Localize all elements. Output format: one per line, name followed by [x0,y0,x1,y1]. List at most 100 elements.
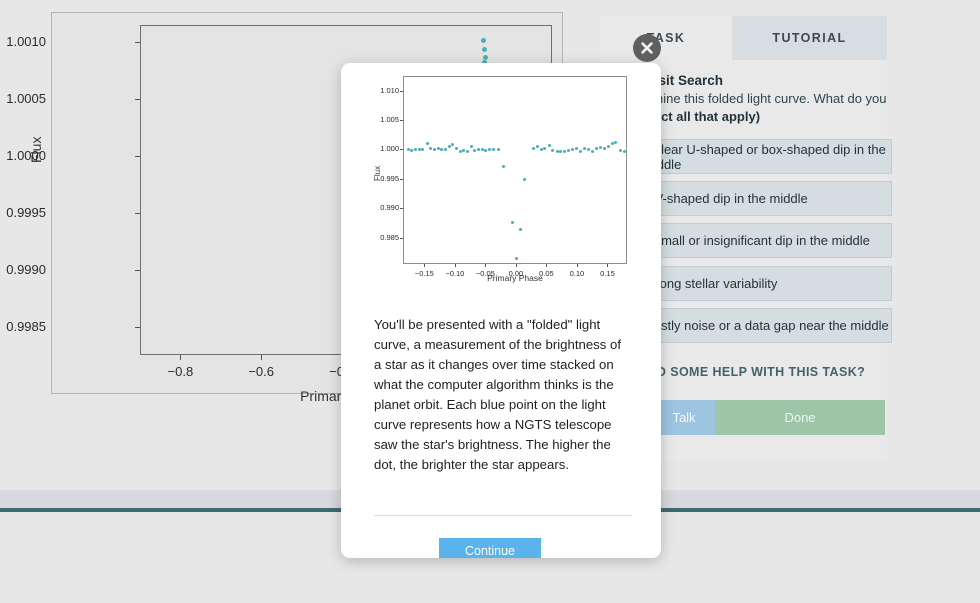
subject-x-tick-mark [261,355,263,360]
close-icon[interactable] [633,34,661,62]
tutorial-y-tick-label: 0.985 [380,232,399,242]
tutorial-y-tick-label: 0.990 [380,203,399,213]
tutorial-data-point [484,148,488,152]
task-title: Transit Search [630,73,724,88]
tutorial-data-point [599,146,603,149]
tutorial-data-point [570,147,574,151]
subject-x-tick-label: −0.6 [248,364,274,379]
tutorial-x-tick-mark [515,264,517,267]
tutorial-data-point [619,148,623,152]
tutorial-data-point [591,149,595,153]
answer-option-4-label: Mostly noise or a data gap near the midd… [643,318,889,333]
need-help-link[interactable]: NEED SOME HELP WITH THIS TASK? [630,365,892,379]
tutorial-y-tick-label: 1.010 [380,85,399,95]
tutorial-body-text: You'll be presented with a "folded" ligh… [374,317,622,472]
subject-x-tick-label: −0.8 [167,364,194,379]
tutorial-data-point [444,147,447,151]
tutorial-modal[interactable]: Flux 1.010 1.005 1.000 0.995 0.990 0.985 −0.1… [341,63,661,558]
tutorial-data-point [480,147,484,151]
tutorial-data-point [473,148,477,152]
tutorial-data-point [567,148,571,152]
tutorial-data-point [440,147,444,151]
tutorial-x-tick-mark [546,264,548,267]
tutorial-y-tick-label: 0.995 [380,173,399,183]
tutorial-data-point [421,148,425,152]
subject-y-tick-label: 1.0000 [6,147,46,163]
tutorial-x-tick-mark [485,264,487,267]
tutorial-x-tick-mark [454,264,456,267]
subject-y-tick-label: 0.9995 [6,204,46,220]
done-button[interactable]: Done [715,400,885,435]
tutorial-data-point [417,147,421,151]
answer-option-2-label: A small or insignificant dip in the midd… [643,233,870,248]
tutorial-chart: Flux 1.010 1.005 1.000 0.995 0.990 0.985 −0.1… [357,73,647,288]
tutorial-data-point [458,150,462,154]
subject-y-tick-label: 1.0005 [6,90,46,106]
talk-button-label: Talk [672,410,696,425]
tutorial-data-point [563,150,567,154]
tab-tutorial[interactable]: TUTORIAL [732,16,887,60]
tutorial-data-point [406,148,410,152]
tutorial-x-tick-mark [424,264,426,267]
subject-y-tick-label: 1.0010 [6,34,46,50]
tutorial-data-point [429,147,433,151]
tutorial-x-axis-label: Primary Phase [487,273,543,283]
subject-data-point [481,47,487,53]
tutorial-data-point [425,142,429,146]
tutorial-data-point [436,147,440,151]
tutorial-data-point [451,143,455,147]
tutorial-data-point [491,147,495,151]
tutorial-data-point [523,178,527,182]
tutorial-data-point [543,147,547,151]
answer-option-1[interactable]: A V-shaped dip in the middle [630,181,892,216]
done-button-label: Done [784,410,816,425]
tutorial-data-point [410,148,414,152]
tutorial-x-tick-mark [607,264,609,267]
tutorial-data-point [469,144,473,148]
task-question-line-2: (Select all that apply) [630,109,761,124]
tutorial-data-point [519,228,523,232]
tutorial-data-point [578,150,582,154]
tutorial-data-point [606,145,610,149]
answer-option-2[interactable]: A small or insignificant dip in the midd… [630,223,892,258]
tutorial-data-point [462,148,466,152]
tutorial-data-point [583,146,587,150]
tab-tutorial-label: TUTORIAL [772,31,847,45]
tutorial-data-point [510,220,514,224]
tutorial-data-point [447,145,451,149]
tutorial-data-point [614,141,618,145]
tutorial-y-tick-label: 1.000 [380,144,399,154]
tutorial-divider [374,515,632,516]
tutorial-data-point [487,147,491,151]
tutorial-data-point [551,148,555,152]
answer-option-3[interactable]: Strong stellar variability [630,266,892,301]
subject-y-tick-label: 0.9990 [6,261,46,277]
tutorial-data-point [610,142,614,146]
answer-option-4[interactable]: Mostly noise or a data gap near the midd… [630,308,892,343]
subject-x-tick-mark [180,355,182,360]
tutorial-y-tick-label: 1.005 [380,115,399,125]
tutorial-data-point [594,147,598,151]
tutorial-data-point [501,165,505,169]
tutorial-data-point [622,149,626,153]
tutorial-data-point [586,148,590,152]
tutorial-data-point [547,144,551,148]
tab-task[interactable]: TASK [600,16,732,60]
tutorial-data-point [531,146,535,150]
continue-button[interactable]: Continue [439,538,541,558]
answer-option-0-label: A clear U-shaped or box-shaped dip in th… [643,141,886,172]
tutorial-data-point [535,145,539,149]
tutorial-data-point [559,150,563,154]
tutorial-data-point [433,148,437,152]
continue-button-label: Continue [464,543,516,558]
tutorial-data-point [555,150,559,154]
tutorial-data-point [602,146,606,150]
answer-option-0[interactable]: A clear U-shaped or box-shaped dip in th… [630,139,892,174]
tutorial-data-point [414,147,418,151]
subject-y-tick-label: 0.9985 [6,318,46,334]
tutorial-data-point [539,147,543,151]
tutorial-data-point [515,257,519,261]
tutorial-data-point [575,146,579,150]
tutorial-scatter-plot [403,76,627,264]
subject-data-point [480,38,486,44]
